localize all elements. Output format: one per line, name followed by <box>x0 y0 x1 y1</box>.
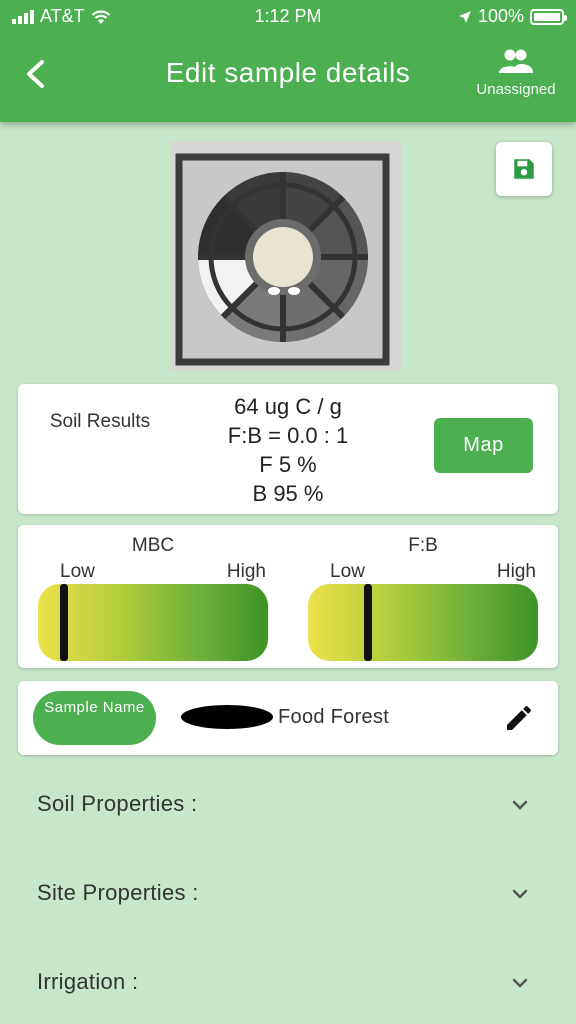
sample-name-value: Food Forest <box>278 706 390 728</box>
gauges-card: MBC Low High F:B Low High <box>18 525 558 668</box>
fb-ratio-value: F:B = 0.0 : 1 <box>227 423 349 448</box>
battery-icon <box>530 8 567 25</box>
gauge-bar <box>308 584 538 661</box>
chevron-down-icon <box>512 978 528 988</box>
sample-name-card: Sample Name Food Forest <box>18 681 558 755</box>
soil-results-values: 64 ug C / g F:B = 0.0 : 1 F 5 % B 95 % <box>168 392 408 508</box>
gauge-marker <box>60 584 68 661</box>
people-icon <box>499 49 533 73</box>
gauge-low-label: Low <box>60 561 95 582</box>
gauge-title: F:B <box>408 535 438 556</box>
fungi-percent: F 5 % <box>259 452 317 477</box>
gauge-high-label: High <box>496 561 536 582</box>
app-bar: AT&T 1:12 PM 100% Edit sample details Un… <box>0 0 576 122</box>
assign-button[interactable]: Unassigned <box>468 48 564 98</box>
soil-properties-section[interactable]: Soil Properties : <box>0 775 576 835</box>
pencil-icon[interactable] <box>503 702 535 734</box>
gauge-high-label: High <box>226 561 266 582</box>
site-properties-section[interactable]: Site Properties : <box>0 864 576 924</box>
chevron-down-icon <box>512 800 528 810</box>
section-label: Soil Properties : <box>37 791 198 816</box>
map-button[interactable]: Map <box>434 418 533 473</box>
gauge-title: MBC <box>131 535 175 556</box>
section-label: Site Properties : <box>37 880 199 905</box>
section-label: Irrigation : <box>37 969 139 994</box>
gauge-bar <box>38 584 268 661</box>
battery-percent: 100% <box>477 6 524 26</box>
gauge-marker <box>364 584 372 661</box>
mbc-value: 64 ug C / g <box>234 394 342 419</box>
location-arrow-icon <box>458 10 471 23</box>
floppy-disk-icon <box>514 159 534 179</box>
gauge-low-label: Low <box>330 561 365 582</box>
soil-results-card: Soil Results 64 ug C / g F:B = 0.0 : 1 F… <box>18 384 558 514</box>
bacteria-percent: B 95 % <box>252 481 324 506</box>
save-button[interactable] <box>496 142 552 196</box>
mbc-gauge: MBC Low High <box>38 525 268 668</box>
fb-gauge: F:B Low High <box>308 525 538 668</box>
chevron-down-icon <box>512 889 528 899</box>
soil-results-label: Soil Results <box>49 411 151 432</box>
soil-test-photo <box>172 141 402 371</box>
status-bar: AT&T 1:12 PM 100% <box>0 0 576 32</box>
irrigation-section[interactable]: Irrigation : <box>0 953 576 1013</box>
assign-label: Unassigned <box>476 81 556 98</box>
redacted-text <box>181 705 273 729</box>
sample-name-pill: Sample Name <box>33 691 156 745</box>
